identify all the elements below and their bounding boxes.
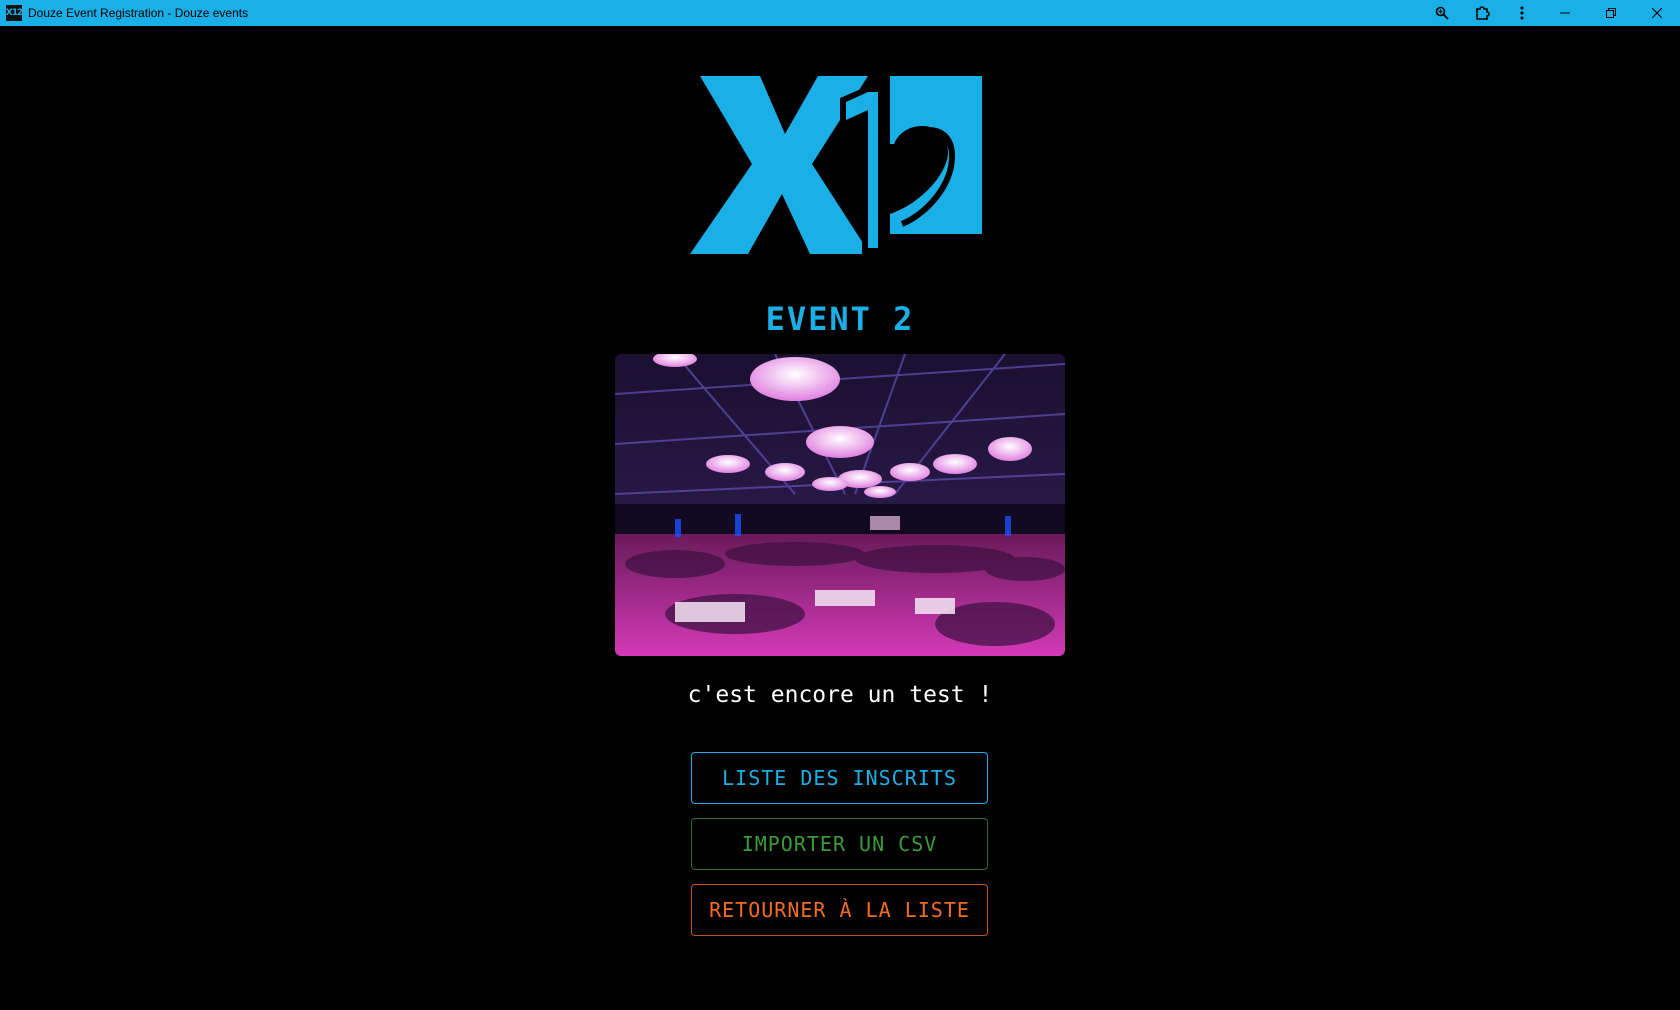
- zoom-icon[interactable]: [1422, 0, 1462, 26]
- close-icon[interactable]: [1634, 0, 1680, 26]
- event-detail-page: EVENT 2 c'est encore un test ! LISTE DES…: [0, 26, 1680, 1010]
- minimize-icon[interactable]: [1542, 0, 1588, 26]
- window-title-bar[interactable]: X12 Douze Event Registration - Douze eve…: [0, 0, 1680, 26]
- extensions-icon[interactable]: [1462, 0, 1502, 26]
- event-description: c'est encore un test !: [687, 682, 993, 708]
- app-icon: X12: [6, 5, 23, 21]
- event-photo: [615, 354, 1065, 656]
- window-controls: [1422, 0, 1680, 26]
- registrants-list-button[interactable]: LISTE DES INSCRITS: [691, 752, 988, 804]
- more-menu-icon[interactable]: [1502, 0, 1542, 26]
- back-to-list-button[interactable]: RETOURNER À LA LISTE: [691, 884, 988, 936]
- restore-icon[interactable]: [1588, 0, 1634, 26]
- x12-logo: [690, 76, 982, 254]
- window-title: Douze Event Registration - Douze events: [28, 6, 249, 20]
- import-csv-button[interactable]: IMPORTER UN CSV: [691, 818, 988, 870]
- event-title: EVENT 2: [765, 300, 915, 338]
